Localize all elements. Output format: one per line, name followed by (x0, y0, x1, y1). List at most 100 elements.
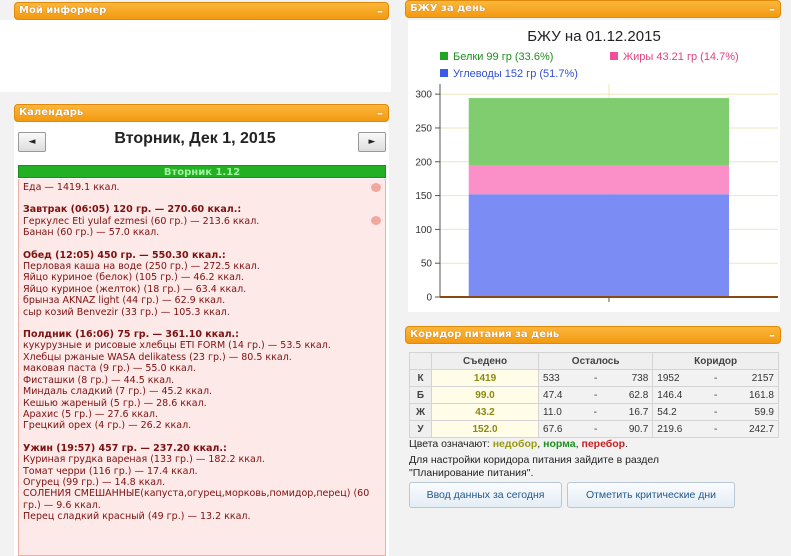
informer-body (0, 20, 391, 92)
corridor-range: 54.2 - 59.9 (652, 403, 779, 421)
y-tick-label: 150 (415, 191, 432, 202)
corridor-max: 161.8 (748, 389, 774, 401)
food-item: Перловая каша на воде (250 гр.) — 272.5 … (23, 261, 260, 273)
col-corridor: Коридор (652, 352, 779, 370)
legend-label-carbs: Углеводы 152 гр (51.7%) (453, 68, 578, 80)
legend-label-fats: Жиры 43.21 гр (14.7%) (623, 51, 739, 63)
color-under: недобор (492, 438, 538, 450)
legend-carbs: Углеводы 152 гр (51.7%) (440, 68, 578, 80)
row-label: Ж (409, 403, 432, 421)
remaining-max: 90.7 (628, 423, 649, 435)
corridor-corner (409, 352, 432, 370)
food-item: Еда — 1419.1 ккал. (23, 182, 120, 193)
informer-panel-header: Мой информер – (14, 2, 389, 20)
y-tick-label: 50 (421, 259, 433, 270)
food-item: Яйцо куриное (желток) (18 гр.) — 63.4 кк… (23, 283, 247, 295)
eaten-value: 152.0 (430, 420, 540, 438)
row-label: У (409, 420, 432, 438)
legend-swatch-fats (610, 52, 618, 60)
y-tick-label: 200 (415, 157, 432, 168)
corridor-row: У 152.0 67.6 - 90.7 219.6 - 242.7 (409, 420, 779, 438)
food-item: Томат черри (116 гр.) — 17.4 ккал. (23, 465, 198, 477)
remaining-range: 47.4 - 62.8 (538, 386, 654, 404)
corridor-row: Б 99.0 47.4 - 62.8 146.4 - 161.8 (409, 386, 779, 404)
y-tick-label: 300 (415, 90, 432, 101)
bju-panel-header: БЖУ за день – (405, 0, 781, 18)
bju-stacked-bar-chart: 0 50 100 150 200 250 300 (415, 84, 778, 304)
legend-swatch-carbs (440, 69, 448, 77)
col-eaten: Съедено (430, 352, 540, 370)
log-gap (23, 193, 381, 204)
log-gap (23, 318, 381, 329)
chart-title: БЖУ на 01.12.2015 (527, 28, 661, 45)
food-item: брынза AKNAZ light (44 гр.) — 62.9 ккал. (23, 295, 226, 307)
corridor-min: 1952 (657, 372, 680, 384)
corridor-max: 242.7 (748, 423, 774, 435)
food-item: кукурузные и рисовые хлебцы ETI FORM (14… (23, 340, 331, 352)
remaining-min: 47.4 (543, 389, 563, 401)
meal-header: Обед (12:05) 450 гр. — 550.30 ккал.: (23, 249, 226, 261)
prev-day-button[interactable]: ◄ (18, 132, 46, 152)
y-tick-label: 250 (415, 123, 432, 134)
apple-icon[interactable] (371, 183, 381, 192)
corridor-min: 219.6 (657, 423, 683, 435)
food-item: сыр козий Benvezir (33 гр.) — 105.3 ккал… (23, 306, 230, 318)
meal-header: Завтрак (06:05) 120 гр. — 270.60 ккал.: (23, 204, 242, 216)
corridor-min: 146.4 (657, 389, 683, 401)
eaten-value: 43.2 (430, 403, 540, 421)
calendar-date-label: Вторник, Дек 1, 2015 (114, 130, 276, 147)
informer-collapse-button[interactable]: – (377, 4, 383, 18)
range-dash: - (713, 372, 718, 384)
calendar-collapse-button[interactable]: – (377, 106, 383, 120)
range-dash: - (593, 372, 598, 384)
range-dash: - (593, 423, 598, 435)
legend-fats: Жиры 43.21 гр (14.7%) (610, 51, 739, 63)
bju-panel-title: БЖУ за день (410, 3, 486, 14)
day-food-log: Еда — 1419.1 ккал. Завтрак (06:05) 120 гр… (18, 179, 386, 556)
eaten-value: 1419 (430, 369, 540, 387)
food-item: маковая паста (9 гр.) — 55.0 ккал. (23, 363, 196, 375)
range-dash: - (713, 389, 718, 401)
meal-header: Ужин (19:57) 457 гр. — 237.20 ккал.: (23, 442, 227, 454)
log-gap (23, 432, 381, 443)
remaining-max: 62.8 (628, 389, 649, 401)
food-item: Арахис (5 гр.) — 27.6 ккал. (23, 408, 159, 420)
corridor-range: 146.4 - 161.8 (652, 386, 779, 404)
corridor-collapse-button[interactable]: – (769, 328, 775, 342)
legend-proteins: Белки 99 гр (33.6%) (440, 51, 553, 63)
corridor-row: Ж 43.2 11.0 - 16.7 54.2 - 59.9 (409, 403, 779, 421)
bar-segment (468, 98, 729, 166)
food-item: Перец сладкий красный (49 гр.) — 13.2 кк… (23, 511, 251, 523)
corridor-min: 54.2 (657, 406, 677, 418)
remaining-range: 11.0 - 16.7 (538, 403, 654, 421)
mark-critical-days-button[interactable]: Отметить критические дни (567, 482, 735, 508)
corridor-table: Съедено Осталось Коридор К 1419 533-738 195… (409, 352, 779, 438)
colors-prefix: Цвета означают: (409, 438, 493, 450)
settings-note-line1: Для настройки коридора питания зайдите в… (409, 454, 659, 466)
range-dash: - (713, 423, 718, 435)
corridor-range: 219.6 - 242.7 (652, 420, 779, 438)
corridor-row: К 1419 533 - 738 1952 - 2157 (409, 369, 779, 387)
settings-note-line2: "Планирование питания". (409, 467, 534, 479)
bar-segment (468, 194, 729, 297)
colors-legend-note: Цвета означают: недобор, норма, перебор. (409, 438, 629, 450)
remaining-min: 67.6 (543, 423, 563, 435)
log-gap (23, 239, 381, 250)
row-label: Б (409, 386, 432, 404)
corridor-max: 59.9 (754, 406, 774, 418)
y-tick-label: 100 (415, 225, 432, 236)
range-dash: - (593, 406, 597, 418)
bju-collapse-button[interactable]: – (769, 2, 775, 16)
col-remaining: Осталось (538, 352, 654, 370)
food-item: Геркулес Eti yulaf ezmesi (60 гр.) — 213… (23, 215, 260, 227)
apple-icon[interactable] (371, 216, 381, 225)
calendar-panel-header: Календарь – (14, 104, 389, 122)
food-item: Куриная грудка вареная (133 гр.) — 182.2… (23, 454, 265, 466)
day-header[interactable]: Вторник 1.12 (18, 165, 386, 178)
range-dash: - (713, 406, 718, 418)
calendar-title: Календарь (19, 107, 84, 118)
corridor-panel-title: Коридор питания за день (410, 329, 560, 340)
input-today-button[interactable]: Ввод данных за сегодня (409, 482, 562, 508)
next-day-button[interactable]: ► (358, 132, 386, 152)
corridor-max: 2157 (751, 372, 774, 384)
